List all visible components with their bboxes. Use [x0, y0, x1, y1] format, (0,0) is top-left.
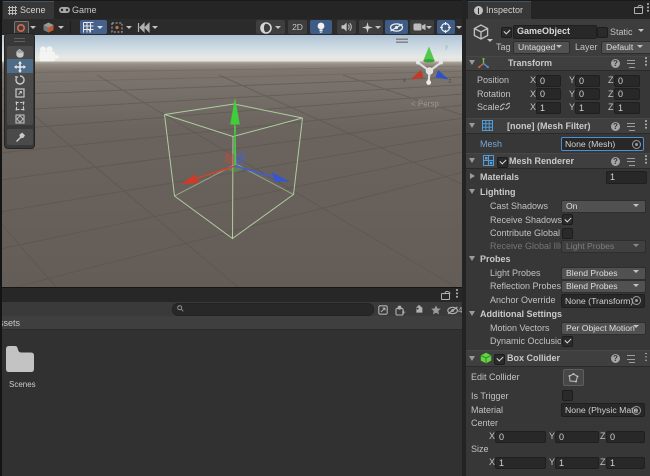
svg-text:x: x	[403, 78, 406, 84]
svg-text:y: y	[445, 45, 448, 51]
svg-text:z: z	[449, 79, 452, 85]
svg-text:< Persp: < Persp	[411, 100, 439, 109]
svg-text:Y: Y	[88, 29, 92, 34]
